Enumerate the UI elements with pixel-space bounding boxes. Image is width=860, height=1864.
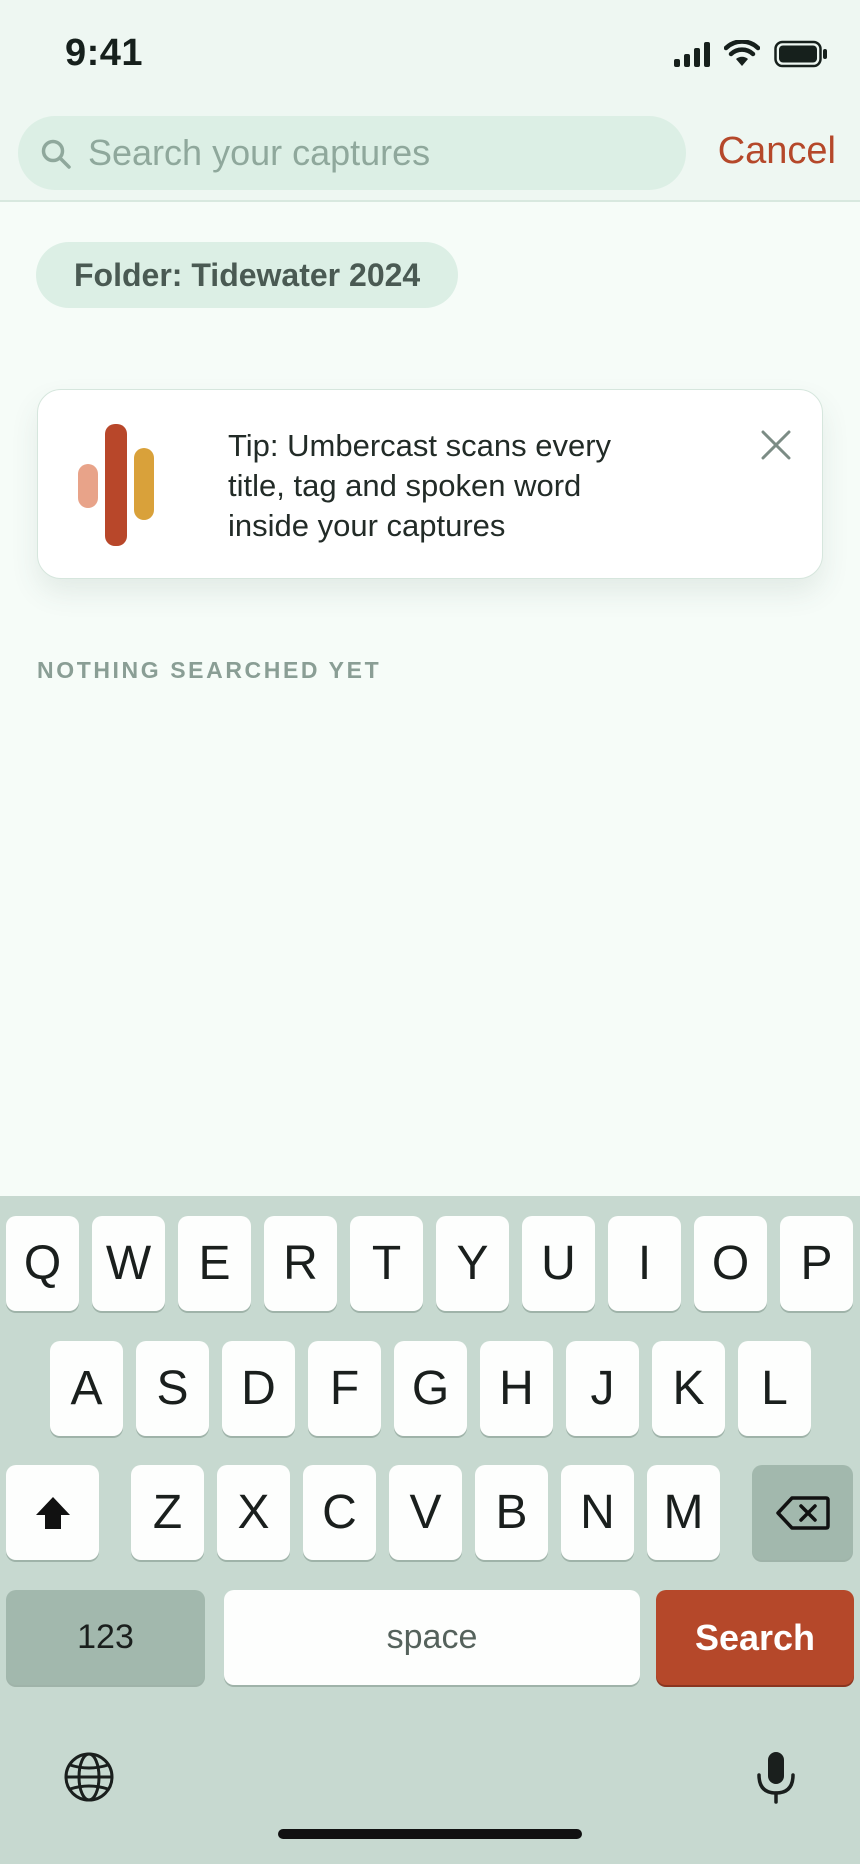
globe-icon[interactable] <box>61 1749 117 1805</box>
cancel-button[interactable]: Cancel <box>718 130 836 173</box>
key-y[interactable]: Y <box>436 1216 509 1311</box>
key-d[interactable]: D <box>222 1341 295 1436</box>
search-input[interactable] <box>88 116 668 190</box>
backspace-icon <box>775 1495 830 1530</box>
key-f[interactable]: F <box>308 1341 381 1436</box>
shift-icon <box>35 1496 70 1529</box>
key-n[interactable]: N <box>561 1465 634 1560</box>
shift-key[interactable] <box>6 1465 99 1560</box>
key-l[interactable]: L <box>738 1341 811 1436</box>
battery-icon <box>774 40 827 68</box>
key-e[interactable]: E <box>178 1216 251 1311</box>
key-x[interactable]: X <box>217 1465 290 1560</box>
delete-key[interactable] <box>752 1465 853 1560</box>
umbercast-logo-icon <box>78 424 168 546</box>
key-o[interactable]: O <box>694 1216 767 1311</box>
status-time: 9:41 <box>65 32 144 74</box>
keyboard: Q W E R T Y U I O P A S D F G H J K L Z … <box>0 1196 860 1864</box>
space-key[interactable]: space <box>224 1590 640 1685</box>
tip-text: Tip: Umbercast scans every title, tag an… <box>228 428 612 543</box>
key-m[interactable]: M <box>647 1465 720 1560</box>
key-s[interactable]: S <box>136 1341 209 1436</box>
key-r[interactable]: R <box>264 1216 337 1311</box>
search-submit-key[interactable]: Search <box>656 1590 854 1685</box>
key-z[interactable]: Z <box>131 1465 204 1560</box>
wifi-icon <box>724 40 760 66</box>
close-tip-button[interactable] <box>758 428 794 464</box>
key-b[interactable]: B <box>475 1465 548 1560</box>
key-g[interactable]: G <box>394 1341 467 1436</box>
key-k[interactable]: K <box>652 1341 725 1436</box>
key-p[interactable]: P <box>780 1216 853 1311</box>
key-q[interactable]: Q <box>6 1216 79 1311</box>
cellular-signal-icon <box>674 41 710 67</box>
key-j[interactable]: J <box>566 1341 639 1436</box>
folder-filter-chip[interactable]: Folder: Tidewater 2024 <box>36 242 459 308</box>
key-t[interactable]: T <box>350 1216 423 1311</box>
status-icons <box>674 38 828 70</box>
search-header: Cancel <box>0 110 860 202</box>
home-indicator <box>278 1829 582 1839</box>
key-v[interactable]: V <box>389 1465 462 1560</box>
tip-card: Tip: Umbercast scans every title, tag an… <box>37 389 823 579</box>
close-icon <box>761 430 791 460</box>
key-c[interactable]: C <box>303 1465 376 1560</box>
numbers-key[interactable]: 123 <box>6 1590 205 1685</box>
key-i[interactable]: I <box>608 1216 681 1311</box>
microphone-icon[interactable] <box>748 1749 804 1805</box>
key-h[interactable]: H <box>480 1341 553 1436</box>
empty-state-label: NOTHING SEARCHED YET <box>37 657 382 683</box>
status-bar: 9:41 <box>0 0 860 110</box>
search-icon <box>40 138 72 170</box>
key-w[interactable]: W <box>92 1216 165 1311</box>
search-field[interactable] <box>18 116 686 190</box>
key-a[interactable]: A <box>50 1341 123 1436</box>
key-u[interactable]: U <box>522 1216 595 1311</box>
